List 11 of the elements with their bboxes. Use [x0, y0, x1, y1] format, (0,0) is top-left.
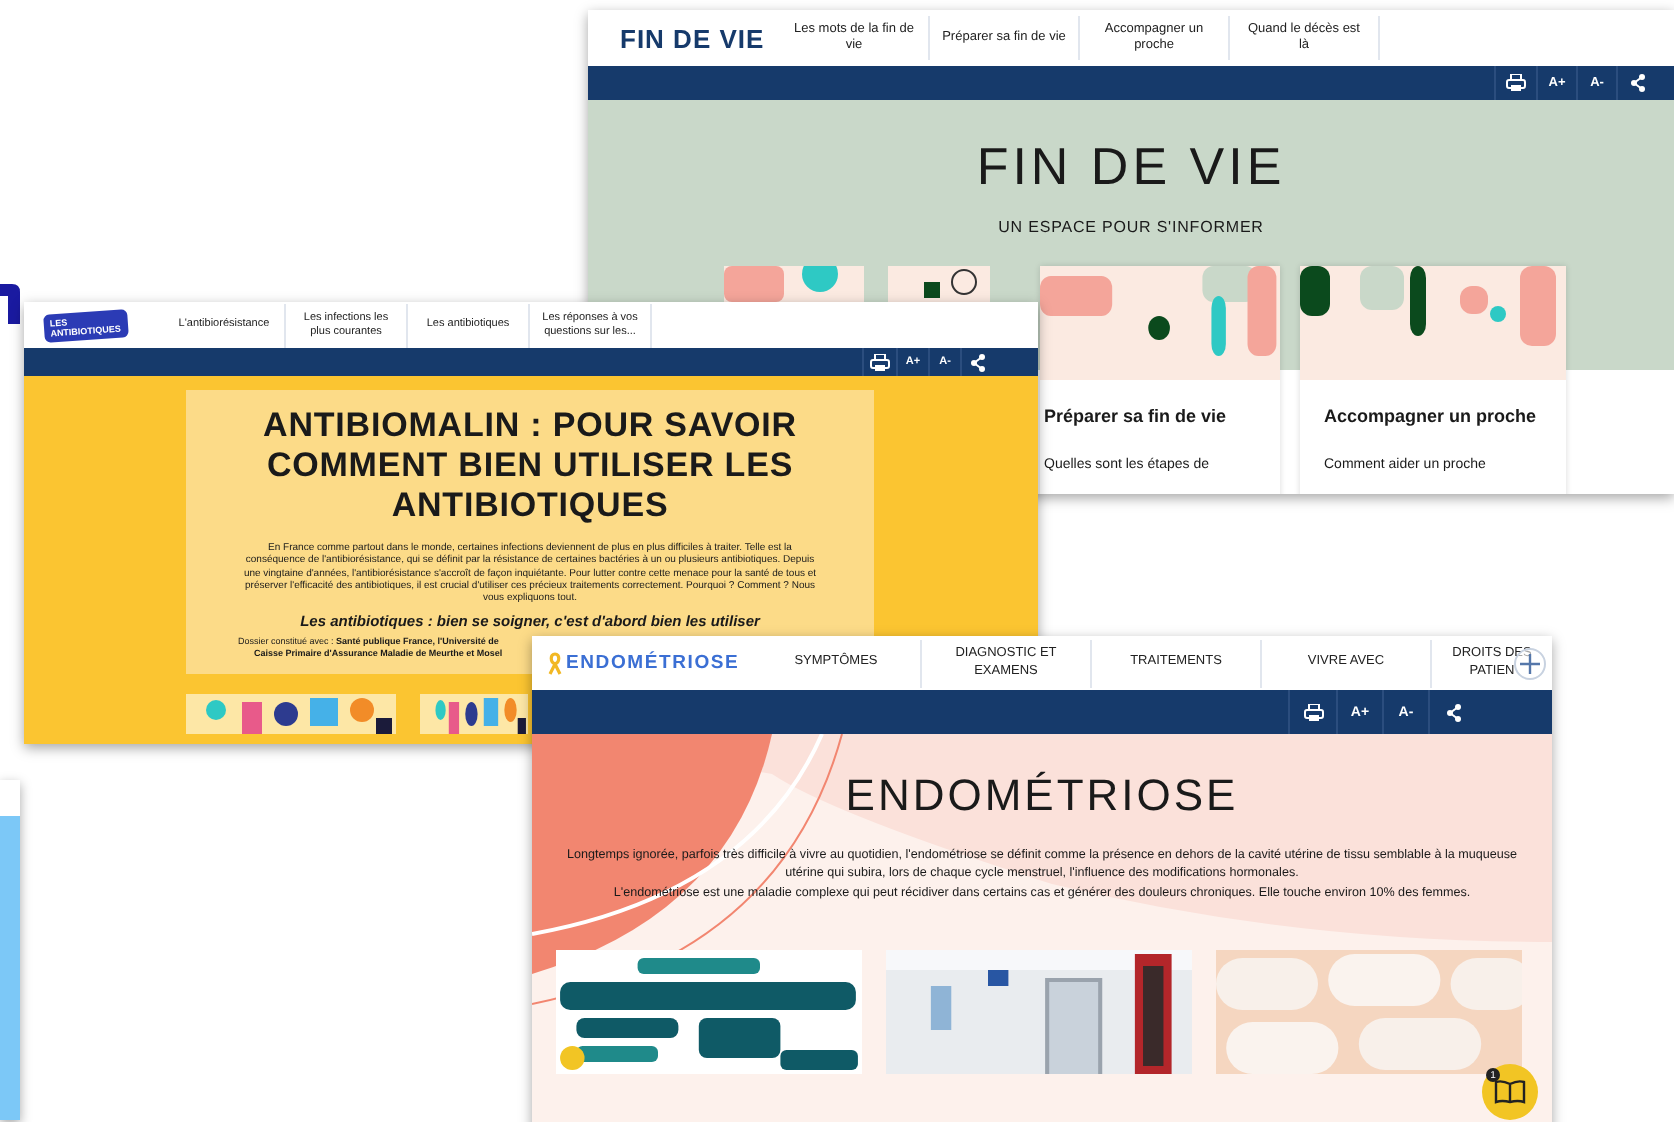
page-subtitle: UN ESPACE POUR S'INFORMER: [998, 218, 1264, 236]
site-logo[interactable]: ENDOMÉTRIOSE: [566, 652, 740, 674]
page-title: ANTIBIOMALIN : POUR SAVOIR COMMENT BIEN UTILISER LES ANTIBIOTIQUES: [261, 406, 799, 527]
site-logo[interactable]: FIN DE VIE: [620, 23, 780, 53]
card-title: Préparer sa fin de vie: [1044, 406, 1229, 426]
ribbon-icon: [548, 651, 562, 675]
card-title: Accompagner un proche: [1324, 406, 1539, 426]
page-title: FIN DE VIE: [976, 136, 1286, 198]
page-title: ENDOMÉTRIOSE: [845, 770, 1239, 822]
book-icon: [1494, 1080, 1526, 1104]
partial-letter-shape: [0, 284, 20, 324]
